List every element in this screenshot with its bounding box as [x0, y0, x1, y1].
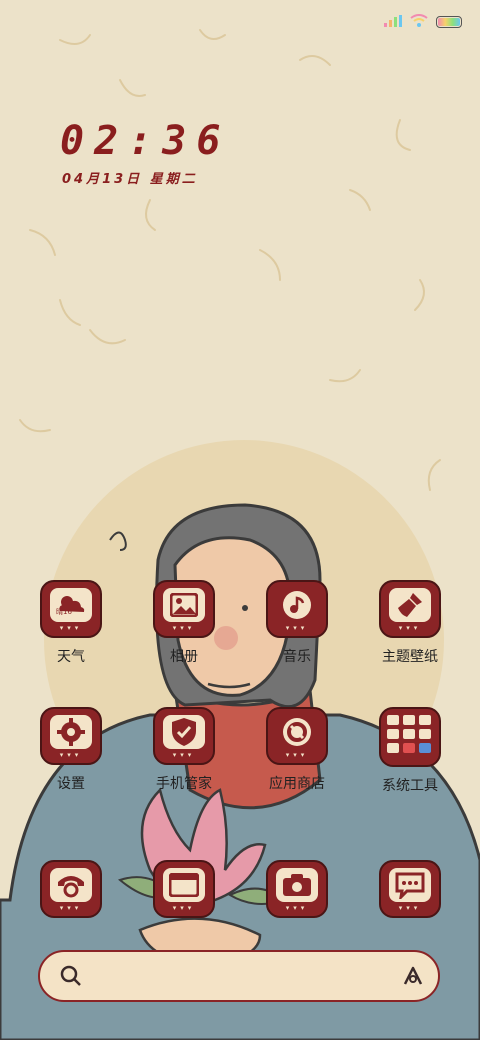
dock-messages[interactable]: ▾▾▾	[362, 860, 458, 918]
status-bar	[384, 12, 462, 31]
app-settings[interactable]: ▾▾▾ 设置	[23, 707, 119, 793]
security-shield-icon[interactable]: ▾▾▾	[153, 707, 215, 765]
app-store-icon[interactable]: ▾▾▾	[266, 707, 328, 765]
app-label: 应用商店	[269, 776, 325, 792]
theme-brush-icon[interactable]: ▾▾▾	[379, 580, 441, 638]
settings-gear-icon[interactable]: ▾▾▾	[40, 707, 102, 765]
app-weather[interactable]: 晴16° ▾▾▾ 天气	[23, 580, 119, 666]
clock-time[interactable]: 02:36	[60, 118, 230, 164]
messages-icon[interactable]: ▾▾▾	[379, 860, 441, 918]
app-gallery[interactable]: ▾▾▾ 相册	[136, 580, 232, 666]
app-label: 系统工具	[382, 778, 438, 794]
wifi-icon	[410, 12, 428, 31]
dock-browser[interactable]: ▾▾▾	[136, 860, 232, 918]
signal-bars-icon	[384, 12, 402, 31]
system-tools-folder-icon[interactable]	[379, 707, 441, 767]
search-icon[interactable]	[60, 965, 82, 991]
app-music[interactable]: ▾▾▾ 音乐	[249, 580, 345, 666]
weather-icon[interactable]: 晴16° ▾▾▾	[40, 580, 102, 638]
app-theme[interactable]: ▾▾▾ 主题壁纸	[362, 580, 458, 666]
app-label: 音乐	[283, 649, 311, 665]
search-bar[interactable]	[38, 950, 440, 1002]
battery-icon	[436, 15, 462, 28]
browser-icon[interactable]: ▾▾▾	[153, 860, 215, 918]
app-label: 相册	[170, 649, 198, 665]
camera-icon[interactable]: ▾▾▾	[266, 860, 328, 918]
gallery-icon[interactable]: ▾▾▾	[153, 580, 215, 638]
weather-badge: 晴16°	[56, 608, 76, 616]
app-store[interactable]: ▾▾▾ 应用商店	[249, 707, 345, 793]
app-label: 天气	[57, 649, 85, 665]
app-system-tools[interactable]: 系统工具	[362, 707, 458, 795]
app-label: 设置	[57, 776, 85, 792]
dock-camera[interactable]: ▾▾▾	[249, 860, 345, 918]
dock-phone[interactable]: ▾▾▾	[23, 860, 119, 918]
app-label: 手机管家	[156, 776, 212, 792]
phone-icon[interactable]: ▾▾▾	[40, 860, 102, 918]
app-security[interactable]: ▾▾▾ 手机管家	[136, 707, 232, 793]
app-label: 主题壁纸	[382, 649, 438, 665]
clock-date: 04月13日 星期二	[62, 172, 198, 187]
music-icon[interactable]: ▾▾▾	[266, 580, 328, 638]
assistant-icon[interactable]	[402, 965, 424, 991]
